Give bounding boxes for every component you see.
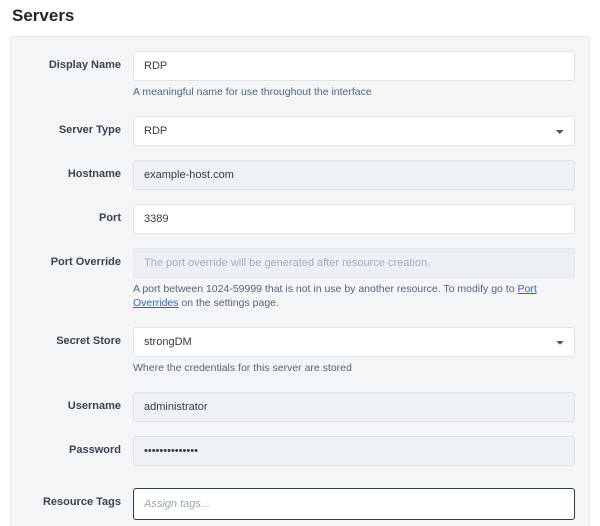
label-hostname: Hostname	[25, 160, 133, 180]
hint-port-override-post: on the settings page.	[179, 297, 279, 309]
display-name-input[interactable]	[133, 51, 575, 81]
label-port: Port	[25, 204, 133, 224]
label-password: Password	[25, 436, 133, 456]
row-display-name: Display Name A meaningful name for use t…	[25, 51, 575, 110]
row-hostname: Hostname	[25, 160, 575, 190]
username-input[interactable]	[133, 392, 575, 422]
server-form-panel: Display Name A meaningful name for use t…	[10, 36, 590, 526]
port-override-readonly: The port override will be generated afte…	[133, 248, 575, 278]
server-type-select[interactable]: RDP	[133, 116, 575, 146]
row-port: Port	[25, 204, 575, 234]
label-server-type: Server Type	[25, 116, 133, 136]
page-title: Servers	[12, 6, 590, 26]
hint-secret-store: Where the credentials for this server ar…	[133, 361, 575, 376]
row-port-override: Port Override The port override will be …	[25, 248, 575, 321]
label-resource-tags: Resource Tags	[25, 488, 133, 508]
hint-port-override-pre: A port between 1024-59999 that is not in…	[133, 283, 517, 295]
label-port-override: Port Override	[25, 248, 133, 268]
label-display-name: Display Name	[25, 51, 133, 71]
password-input[interactable]	[133, 436, 575, 466]
secret-store-select[interactable]: strongDM	[133, 327, 575, 357]
hint-display-name: A meaningful name for use throughout the…	[133, 85, 575, 100]
label-username: Username	[25, 392, 133, 412]
label-secret-store: Secret Store	[25, 327, 133, 347]
port-input[interactable]	[133, 204, 575, 234]
resource-tags-input[interactable]	[144, 489, 564, 519]
hint-port-override: A port between 1024-59999 that is not in…	[133, 282, 575, 311]
resource-tags-wrap[interactable]	[133, 488, 575, 520]
row-resource-tags: Resource Tags Tags are key value pairs d…	[25, 488, 575, 526]
row-server-type: Server Type RDP	[25, 116, 575, 146]
row-secret-store: Secret Store strongDM Where the credenti…	[25, 327, 575, 386]
hostname-input[interactable]	[133, 160, 575, 190]
row-username: Username	[25, 392, 575, 422]
row-password: Password	[25, 436, 575, 466]
